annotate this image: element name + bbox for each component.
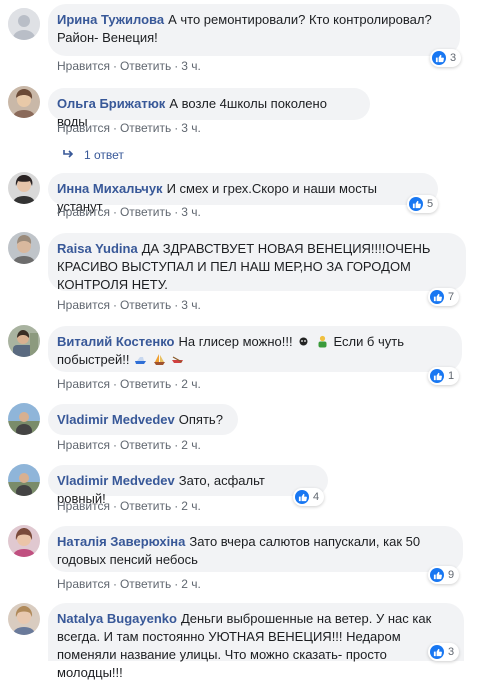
comment-time[interactable]: 3 ч.: [181, 298, 201, 312]
avatar[interactable]: [8, 86, 40, 118]
comment-author[interactable]: Виталий Костенко: [57, 334, 175, 349]
reaction-number: 5: [427, 198, 434, 210]
like-link[interactable]: Нравится: [57, 205, 110, 219]
avatar[interactable]: [8, 8, 40, 40]
avatar[interactable]: [8, 325, 40, 357]
like-link[interactable]: Нравится: [57, 121, 110, 135]
person-emoji-icon: [318, 335, 327, 348]
thumbs-up-icon: [295, 490, 309, 504]
avatar[interactable]: [8, 525, 40, 557]
reaction-number: 7: [448, 291, 455, 303]
like-link[interactable]: Нравится: [57, 377, 110, 391]
thumbs-up-icon: [409, 197, 423, 211]
comment-bubble: Инна Михальчук И смех и грех.Скоро и наши…: [48, 173, 438, 214]
thumbs-up-icon: [430, 290, 444, 304]
reaction-count[interactable]: 7: [428, 288, 460, 306]
comment-bubble: Наталія Заверюхіна Зато вчера салютов нап…: [48, 526, 463, 572]
reply-link[interactable]: Ответить: [120, 121, 171, 135]
like-link[interactable]: Нравится: [57, 438, 110, 452]
like-link[interactable]: Нравится: [57, 298, 110, 312]
reaction-count[interactable]: 9: [428, 566, 460, 584]
reaction-count[interactable]: 4: [293, 488, 325, 506]
reaction-number: 1: [448, 370, 455, 382]
like-link[interactable]: Нравится: [57, 59, 110, 73]
reaction-count[interactable]: 5: [407, 195, 439, 213]
comment-bubble: Ирина Тужилова А что ремонтировали? Кто к…: [48, 4, 460, 56]
reaction-number: 3: [450, 52, 457, 64]
like-link[interactable]: Нравится: [57, 499, 110, 513]
comment-author[interactable]: Raisa Yudina: [57, 241, 138, 256]
view-replies-link[interactable]: 1 ответ: [62, 148, 124, 162]
reply-link[interactable]: Ответить: [120, 298, 171, 312]
comment-author[interactable]: Ольга Брижатюк: [57, 96, 165, 111]
comment-actions: Нравится · Ответить · 2 ч.: [57, 438, 201, 452]
face-emoji-icon: [299, 337, 308, 346]
rowboat-emoji-icon: [172, 356, 184, 363]
comment-author[interactable]: Инна Михальчук: [57, 181, 163, 196]
comment-actions: Нравится · Ответить · 3 ч.: [57, 121, 201, 135]
avatar[interactable]: [8, 403, 40, 435]
comment-actions: Нравится · Ответить · 2 ч.: [57, 577, 201, 591]
comment-bubble: Vladimir Medvedev Зато, асфальт ровный!: [48, 465, 328, 506]
comment-author[interactable]: Natalya Bugayenko: [57, 611, 177, 626]
thumbs-up-icon: [430, 369, 444, 383]
comment-text-part-1: На глисер можно!!!: [178, 334, 293, 349]
sailboat-emoji-icon: [153, 354, 165, 365]
avatar[interactable]: [8, 232, 40, 264]
reply-link[interactable]: Ответить: [120, 205, 171, 219]
comment-actions: Нравится · Ответить · 2 ч.: [57, 377, 201, 391]
comment-time[interactable]: 2 ч.: [181, 577, 201, 591]
avatar[interactable]: [8, 603, 40, 635]
comment-bubble: Vladimir Medvedev Опять?: [48, 404, 238, 435]
reaction-count[interactable]: 3: [428, 643, 460, 661]
avatar[interactable]: [8, 172, 40, 204]
speedboat-emoji-icon: [135, 357, 147, 364]
comment-actions: Нравится · Ответить · 3 ч.: [57, 59, 201, 73]
thumbs-up-icon: [430, 568, 444, 582]
reply-link[interactable]: Ответить: [120, 59, 171, 73]
comment-author[interactable]: Наталія Заверюхіна: [57, 534, 185, 549]
reply-arrow-icon: [62, 148, 74, 162]
reaction-number: 3: [448, 646, 455, 658]
thumbs-up-icon: [430, 645, 444, 659]
comment-author[interactable]: Ирина Тужилова: [57, 12, 164, 27]
comment-author[interactable]: Vladimir Medvedev: [57, 473, 175, 488]
reply-link[interactable]: Ответить: [120, 438, 171, 452]
reaction-number: 9: [448, 569, 455, 581]
comment-bubble: Raisa Yudina ДА ЗДРАВСТВУЕТ НОВАЯ ВЕНЕЦИЯ…: [48, 233, 466, 292]
thumbs-up-icon: [432, 51, 446, 65]
comment-time[interactable]: 3 ч.: [181, 121, 201, 135]
comment-bubble: Ольга Брижатюк А возле 4школы поколено во…: [48, 88, 370, 129]
reaction-count[interactable]: 3: [430, 49, 462, 67]
reply-link[interactable]: Ответить: [120, 499, 171, 513]
comment-text: Опять?: [178, 412, 223, 427]
comment-author[interactable]: Vladimir Medvedev: [57, 412, 175, 427]
comment-bubble: Виталий Костенко На глисер можно!!! Если …: [48, 326, 462, 372]
comment-bubble: Natalya Bugayenko Деньги выброшенные на в…: [48, 603, 464, 680]
replies-count: 1 ответ: [84, 148, 124, 162]
reply-link[interactable]: Ответить: [120, 577, 171, 591]
comment-time[interactable]: 3 ч.: [181, 59, 201, 73]
reply-link[interactable]: Ответить: [120, 377, 171, 391]
comment-time[interactable]: 2 ч.: [181, 377, 201, 391]
comment-actions: Нравится · Ответить · 3 ч.: [57, 205, 201, 219]
reaction-number: 4: [313, 491, 320, 503]
comment-time[interactable]: 2 ч.: [181, 438, 201, 452]
comment-actions: Нравится · Ответить · 2 ч.: [57, 499, 201, 513]
comment-actions: Нравится · Ответить · 3 ч.: [57, 298, 201, 312]
comment-time[interactable]: 3 ч.: [181, 205, 201, 219]
reaction-count[interactable]: 1: [428, 367, 460, 385]
avatar[interactable]: [8, 464, 40, 496]
like-link[interactable]: Нравится: [57, 577, 110, 591]
comment-time[interactable]: 2 ч.: [181, 499, 201, 513]
